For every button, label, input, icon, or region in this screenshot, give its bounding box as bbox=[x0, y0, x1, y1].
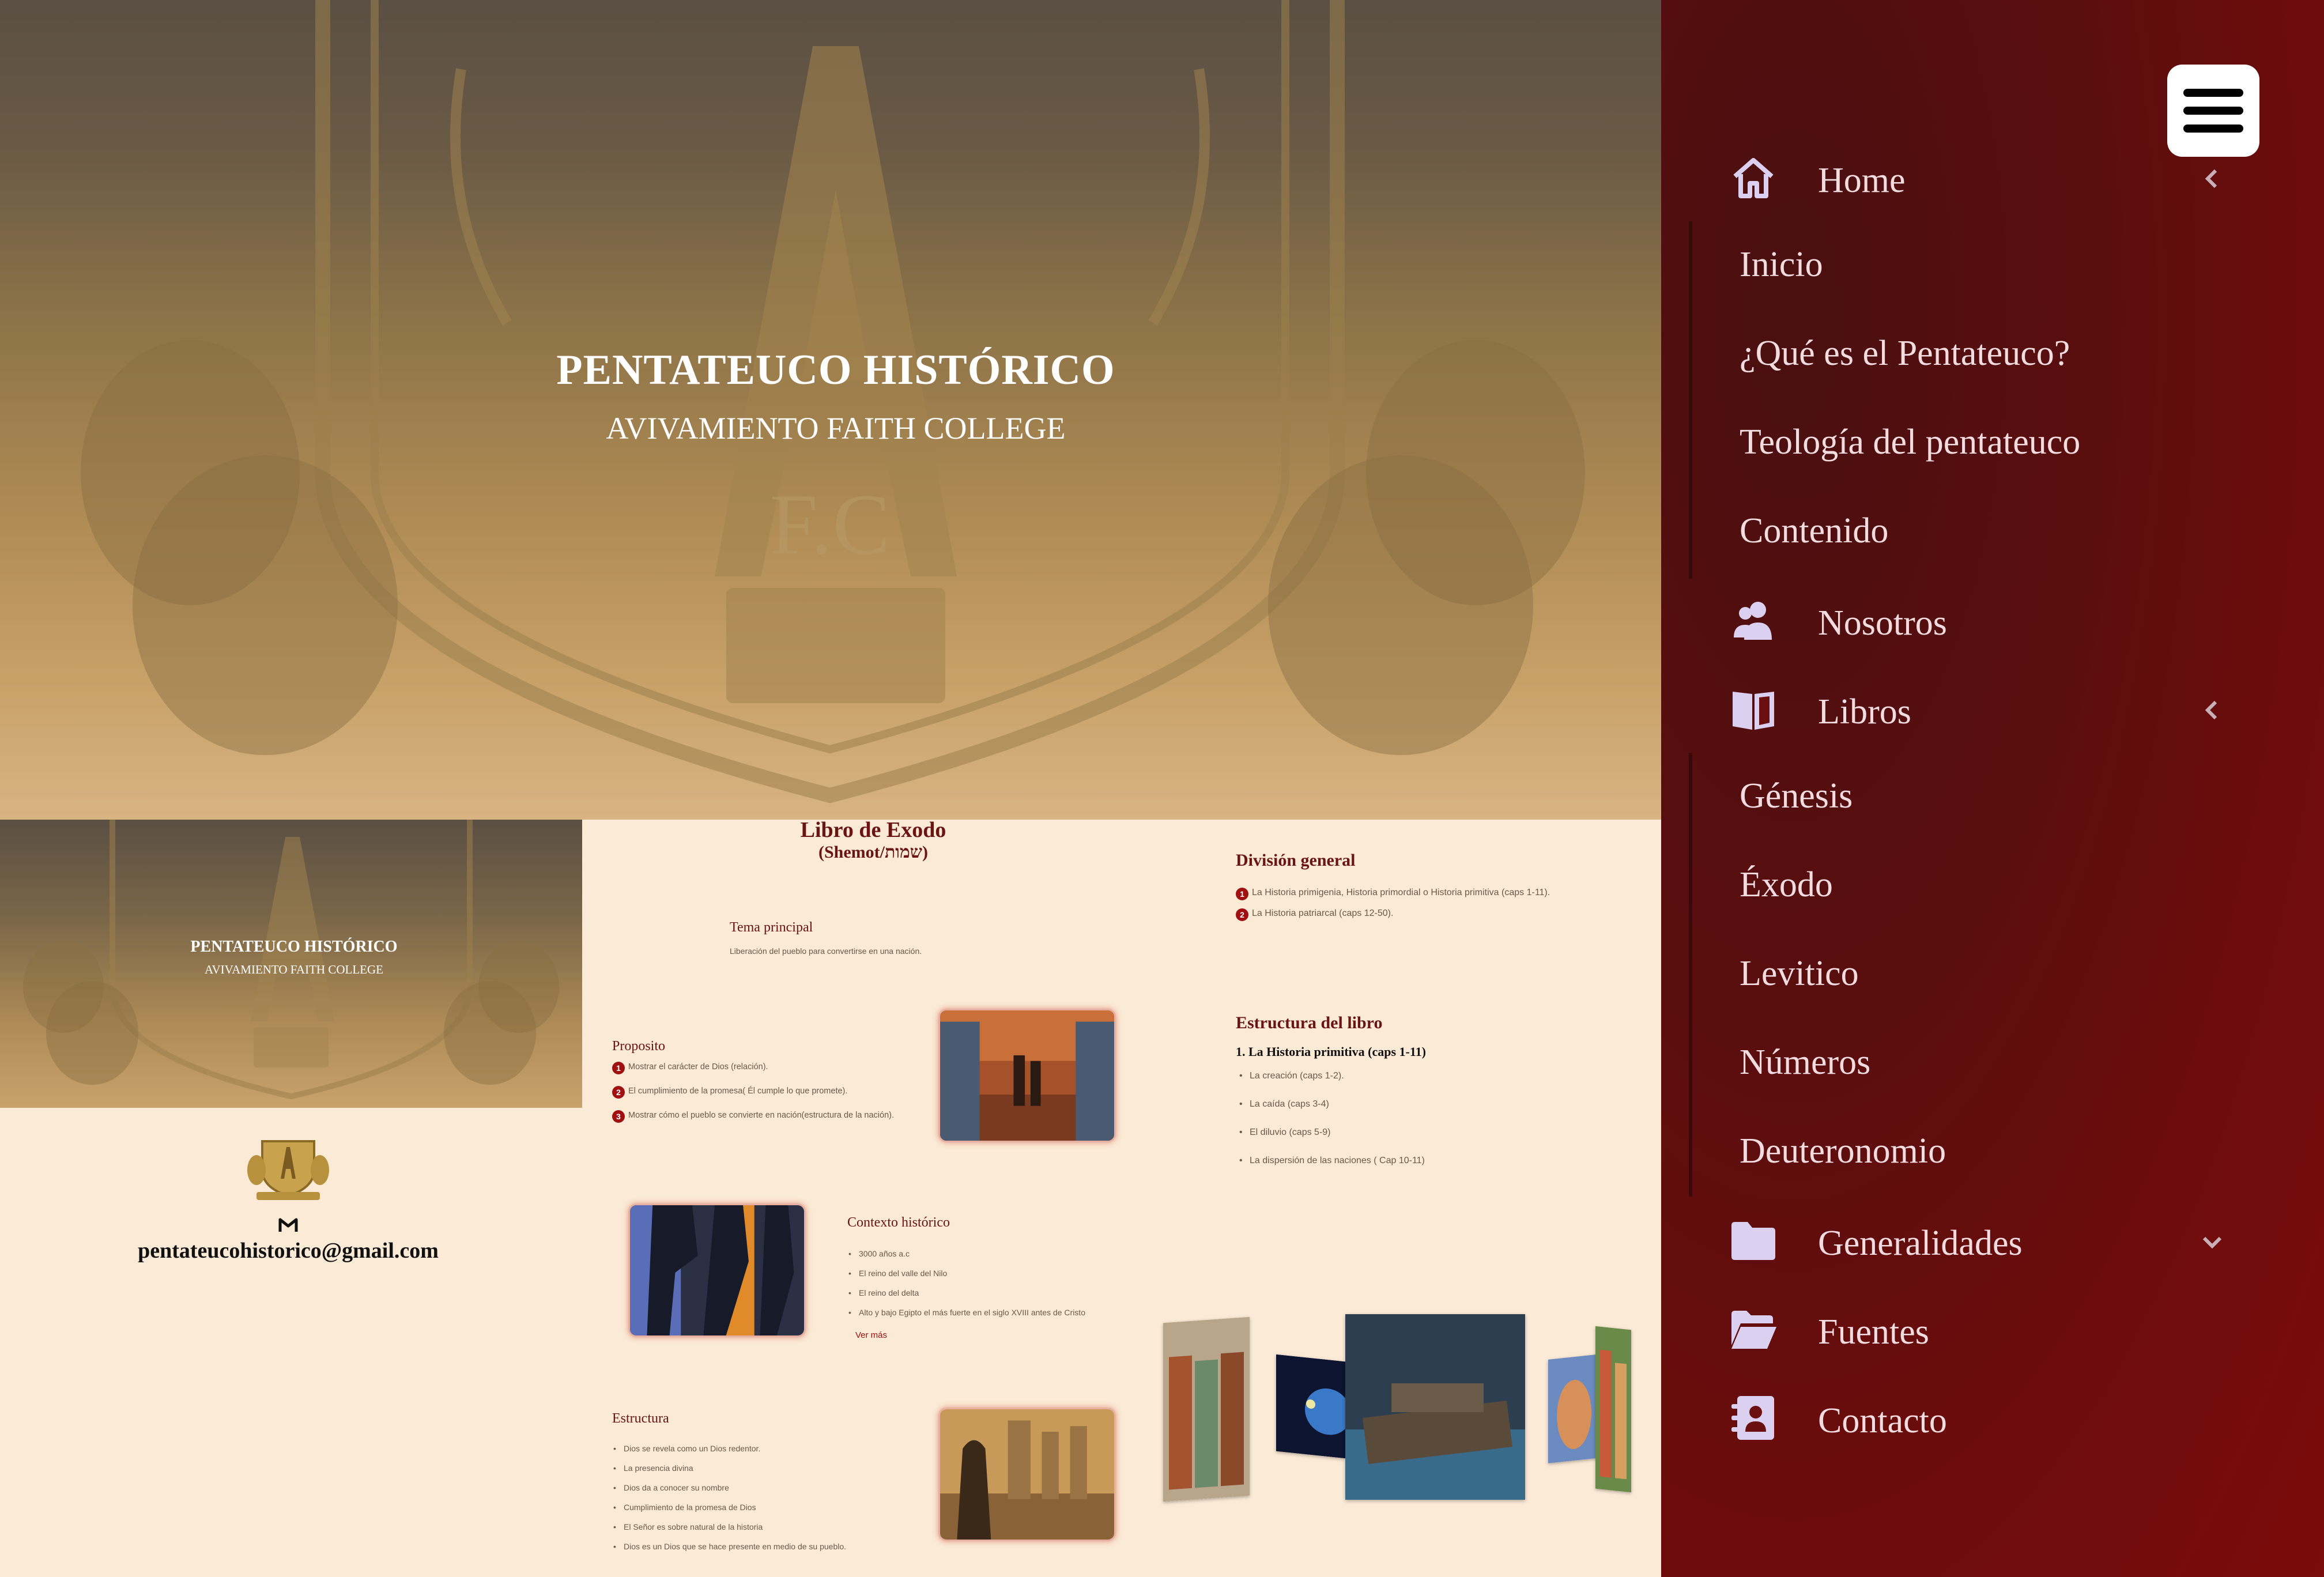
gallery-image-space[interactable] bbox=[1276, 1354, 1345, 1459]
list-item: Alto y bajo Egipto el más fuerte en el s… bbox=[847, 1307, 1124, 1318]
gallery-image-ark[interactable] bbox=[1345, 1314, 1525, 1500]
gallery-image-warriors[interactable] bbox=[1595, 1326, 1631, 1493]
crest-emblem: F.C bbox=[81, 0, 1585, 803]
estructura-libro-list: La creación (caps 1-2). La caída (caps 3… bbox=[1238, 1071, 1642, 1184]
list-item: La caída (caps 3-4) bbox=[1238, 1099, 1642, 1110]
division-list: 1 La Historia primigenia, Historia primor… bbox=[1236, 888, 1651, 929]
estructura-list: Dios se revela como un Dios redentor. La… bbox=[612, 1443, 912, 1561]
ver-mas-link[interactable]: Ver más bbox=[855, 1330, 887, 1340]
list-item: Dios es un Dios que se hace presente en … bbox=[612, 1541, 912, 1552]
sidebar-subitem-exodo[interactable]: Éxodo bbox=[1740, 865, 1833, 906]
estructura-libro-subheading: 1. La Historia primitiva (caps 1-11) bbox=[1236, 1044, 1426, 1059]
sidebar-subitem-levitico[interactable]: Levitico bbox=[1740, 953, 1859, 994]
sidebar-subitem-teologia[interactable]: Teología del pentateuco bbox=[1740, 422, 2080, 463]
sidebar-item-label: Fuentes bbox=[1818, 1312, 1929, 1352]
sidebar-item-label: Nosotros bbox=[1818, 603, 1947, 643]
sidebar-item-libros[interactable]: Libros bbox=[1729, 685, 2225, 742]
tema-heading: Tema principal bbox=[730, 920, 813, 935]
hero-subtitle: AVIVAMIENTO FAITH COLLEGE bbox=[606, 411, 1066, 446]
sidebar-item-contacto[interactable]: Contacto bbox=[1729, 1394, 2225, 1451]
tema-text: Liberación del pueblo para convertirse e… bbox=[730, 946, 922, 956]
hero-title: PENTATEUCO HISTÓRICO bbox=[556, 346, 1115, 394]
sidebar-item-label: Libros bbox=[1818, 692, 1911, 731]
gmail-icon bbox=[278, 1218, 298, 1232]
sidebar-subitem-que-es[interactable]: ¿Qué es el Pentateuco? bbox=[1740, 333, 2070, 374]
sidebar-item-home[interactable]: Home bbox=[1729, 153, 2225, 211]
egypt-silhouettes-image bbox=[628, 1204, 806, 1337]
list-item: 2 La Historia patriarcal (caps 12-50). bbox=[1236, 908, 1651, 921]
gallery-image-figure[interactable] bbox=[1548, 1354, 1600, 1463]
sidebar-item-fuentes[interactable]: Fuentes bbox=[1729, 1305, 2225, 1363]
proposito-list: 1 Mostrar el carácter de Dios (relación).… bbox=[612, 1062, 900, 1134]
contexto-list: 3000 años a.c El reino del valle del Nil… bbox=[847, 1248, 1124, 1327]
proposito-heading: Proposito bbox=[612, 1039, 666, 1054]
submenu-line-libros bbox=[1689, 753, 1692, 1197]
list-item: 1 Mostrar el carácter de Dios (relación). bbox=[612, 1062, 900, 1074]
ancient-city-image bbox=[938, 1408, 1116, 1541]
list-item: Dios da a conocer su nombre bbox=[612, 1482, 912, 1493]
sidebar-item-label: Home bbox=[1818, 161, 1906, 200]
list-item: Dios se revela como un Dios redentor. bbox=[612, 1443, 912, 1454]
hero-banner: F.C PENTATEUCO HISTÓRICO AVIVAMIENTO FAI… bbox=[0, 0, 1661, 820]
sidebar-subitem-numeros[interactable]: Números bbox=[1740, 1042, 1870, 1083]
gallery-image-people[interactable] bbox=[1163, 1316, 1250, 1502]
chevron-left-icon bbox=[2205, 700, 2217, 720]
estructura-libro-heading: Estructura del libro bbox=[1236, 1013, 1383, 1032]
list-item: 2 El cumplimiento de la promesa( Él cumpl… bbox=[612, 1086, 900, 1099]
exodus-scene-image bbox=[938, 1009, 1116, 1142]
users-icon bbox=[1734, 602, 1772, 640]
list-item: Cumplimiento de la promesa de Dios bbox=[612, 1502, 912, 1512]
home-icon bbox=[1733, 158, 1774, 198]
college-logo bbox=[247, 1140, 329, 1200]
book-hebrew-name: (Shemot/שמות) bbox=[818, 843, 928, 862]
list-item: 3000 años a.c bbox=[847, 1248, 1124, 1259]
list-item: 3 Mostrar cómo el pueblo se convierte en … bbox=[612, 1110, 900, 1123]
mini-hero-title: PENTATEUCO HISTÓRICO bbox=[190, 938, 398, 956]
book-title: Libro de Exodo bbox=[800, 818, 946, 842]
list-item: El reino del valle del Nilo bbox=[847, 1268, 1124, 1278]
chevron-left-icon bbox=[2205, 169, 2217, 188]
list-item: La presencia divina bbox=[612, 1463, 912, 1473]
contexto-heading: Contexto histórico bbox=[847, 1215, 950, 1230]
sidebar-item-label: Contacto bbox=[1818, 1401, 1947, 1440]
mini-hero-banner: PENTATEUCO HISTÓRICO AVIVAMIENTO FAITH C… bbox=[0, 820, 582, 1108]
folder-icon bbox=[1731, 1222, 1775, 1260]
contact-email[interactable]: pentateucohistorico@gmail.com bbox=[0, 1238, 576, 1263]
book-icon bbox=[1733, 692, 1774, 730]
estructura-heading: Estructura bbox=[612, 1411, 669, 1426]
division-heading: División general bbox=[1236, 851, 1356, 870]
sidebar-item-nosotros[interactable]: Nosotros bbox=[1729, 596, 2225, 654]
submenu-line-home bbox=[1689, 221, 1692, 579]
sidebar-item-generalidades[interactable]: Generalidades bbox=[1729, 1216, 2225, 1274]
list-item: El reino del delta bbox=[847, 1288, 1124, 1298]
mini-hero-subtitle: AVIVAMIENTO FAITH COLLEGE bbox=[205, 963, 383, 976]
sidebar-item-label: Generalidades bbox=[1818, 1224, 2023, 1263]
sidebar-subitem-contenido[interactable]: Contenido bbox=[1740, 511, 1888, 552]
list-item: La dispersión de las naciones ( Cap 10-1… bbox=[1238, 1156, 1642, 1166]
folder-open-icon bbox=[1731, 1311, 1776, 1349]
contact-card-icon bbox=[1731, 1396, 1774, 1440]
sidebar-subitem-inicio[interactable]: Inicio bbox=[1740, 244, 1823, 285]
sidebar-subitem-genesis[interactable]: Génesis bbox=[1740, 776, 1853, 817]
list-item: El Señor es sobre natural de la historia bbox=[612, 1522, 912, 1532]
list-item: 1 La Historia primigenia, Historia primor… bbox=[1236, 888, 1651, 900]
list-item: La creación (caps 1-2). bbox=[1238, 1071, 1642, 1081]
list-item: El diluvio (caps 5-9) bbox=[1238, 1127, 1642, 1138]
chevron-down-icon bbox=[2202, 1236, 2222, 1249]
sidebar-subitem-deuteronomio[interactable]: Deuteronomio bbox=[1740, 1131, 1946, 1172]
crest-text: F.C bbox=[770, 477, 891, 572]
hamburger-icon[interactable] bbox=[2167, 65, 2259, 157]
